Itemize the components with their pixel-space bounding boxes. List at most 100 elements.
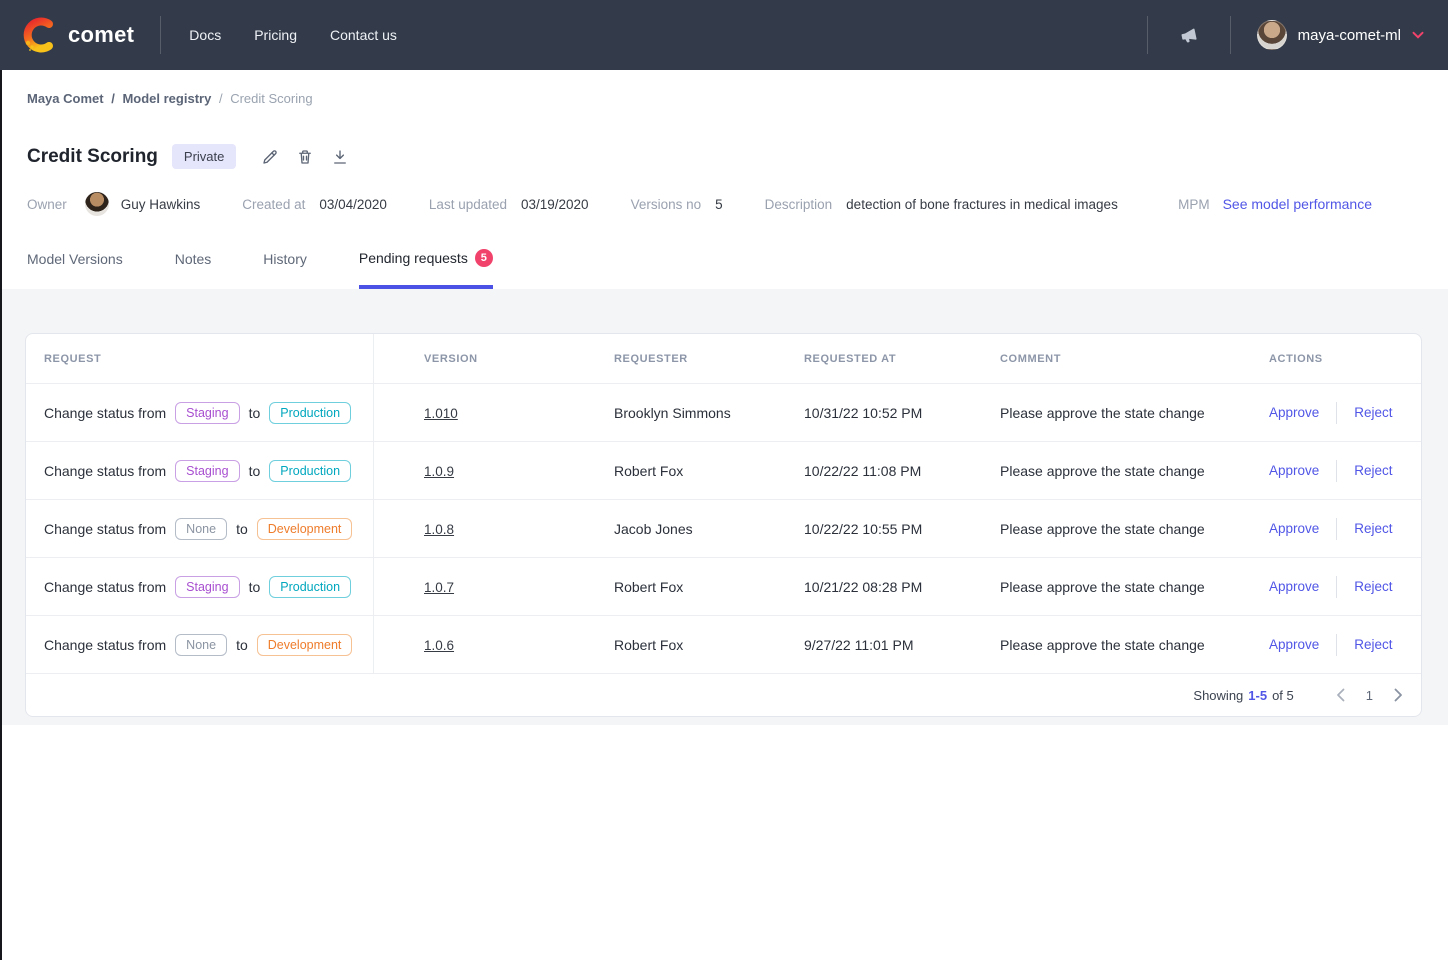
table-header-row: REQUEST VERSION REQUESTER REQUESTED AT C… [26, 334, 1421, 383]
nav-link-pricing[interactable]: Pricing [254, 27, 297, 43]
see-model-performance-link[interactable]: See model performance [1223, 196, 1372, 212]
request-middle: to [249, 405, 261, 421]
owner-label: Owner [27, 197, 67, 212]
breadcrumb-separator: / [219, 91, 223, 106]
visibility-badge: Private [172, 144, 236, 169]
next-page-button[interactable] [1394, 688, 1403, 702]
title-row: Credit Scoring Private [27, 144, 1448, 169]
comet-logo-icon [20, 16, 58, 54]
user-name: maya-comet-ml [1298, 27, 1401, 44]
tab-notes[interactable]: Notes [175, 251, 212, 289]
tabs: Model Versions Notes History Pending req… [27, 249, 1448, 289]
tab-label: Notes [175, 251, 212, 267]
approve-button[interactable]: Approve [1269, 463, 1319, 478]
user-menu[interactable]: maya-comet-ml [1257, 20, 1424, 50]
request-cell: Change status from None to Development [26, 500, 374, 557]
table-row: Change status from None to Development 1… [26, 615, 1421, 673]
tab-label: Pending requests [359, 250, 468, 266]
reject-button[interactable]: Reject [1354, 521, 1392, 536]
created-at-label: Created at [242, 197, 305, 212]
nav-link-docs[interactable]: Docs [189, 27, 221, 43]
breadcrumb: Maya Comet / Model registry / Credit Sco… [27, 70, 1448, 106]
request-middle: to [249, 463, 261, 479]
comment-cell: Please approve the state change [1000, 579, 1269, 595]
previous-page-button[interactable] [1336, 688, 1345, 702]
request-prefix: Change status from [44, 405, 166, 421]
actions-divider [1336, 634, 1337, 656]
tab-model-versions[interactable]: Model Versions [27, 251, 123, 289]
status-badge-from: Staging [175, 576, 239, 598]
version-link[interactable]: 1.0.7 [424, 580, 454, 595]
mpm-group: MPM See model performance [1178, 196, 1372, 212]
brand-name: comet [68, 22, 134, 48]
request-cell: Change status from Staging to Production [26, 442, 374, 499]
actions-divider [1336, 518, 1337, 540]
reject-button[interactable]: Reject [1354, 405, 1392, 420]
announcements-button[interactable] [1178, 24, 1200, 46]
last-updated-label: Last updated [429, 197, 507, 212]
table-row: Change status from None to Development 1… [26, 499, 1421, 557]
reject-button[interactable]: Reject [1354, 463, 1392, 478]
table-row: Change status from Staging to Production… [26, 383, 1421, 441]
download-icon [331, 148, 349, 166]
comment-cell: Please approve the state change [1000, 405, 1269, 421]
delete-button[interactable] [295, 147, 315, 167]
last-updated-value: 03/19/2020 [521, 197, 589, 212]
status-badge-from: None [175, 518, 227, 540]
approve-button[interactable]: Approve [1269, 521, 1319, 536]
pagination: 1 [1336, 688, 1403, 703]
breadcrumb-current: Credit Scoring [230, 91, 312, 106]
owner-name: Guy Hawkins [121, 197, 201, 212]
chevron-left-icon [1336, 688, 1345, 702]
status-badge-to: Production [269, 576, 351, 598]
status-badge-from: None [175, 634, 227, 656]
table-row: Change status from Staging to Production… [26, 441, 1421, 499]
approve-button[interactable]: Approve [1269, 579, 1319, 594]
requester-cell: Robert Fox [614, 637, 804, 653]
breadcrumb-model-registry[interactable]: Model registry [122, 91, 211, 106]
request-cell: Change status from None to Development [26, 616, 374, 673]
actions-divider [1336, 460, 1337, 482]
download-button[interactable] [330, 147, 350, 167]
request-cell: Change status from Staging to Production [26, 558, 374, 615]
requested-at-cell: 10/21/22 08:28 PM [804, 579, 1000, 595]
request-cell: Change status from Staging to Production [26, 384, 374, 441]
request-prefix: Change status from [44, 521, 166, 537]
tab-label: Model Versions [27, 251, 123, 267]
version-link[interactable]: 1.0.8 [424, 522, 454, 537]
actions-divider [1336, 402, 1337, 424]
requested-at-cell: 10/31/22 10:52 PM [804, 405, 1000, 421]
navbar-divider [1147, 16, 1148, 54]
description-value: detection of bone fractures in medical i… [846, 197, 1118, 212]
comment-cell: Please approve the state change [1000, 637, 1269, 653]
mpm-label: MPM [1178, 197, 1210, 212]
page-header: Maya Comet / Model registry / Credit Sco… [0, 70, 1448, 289]
page-number[interactable]: 1 [1366, 688, 1373, 703]
request-prefix: Change status from [44, 579, 166, 595]
owner-group: Owner Guy Hawkins [27, 192, 200, 216]
tab-pending-requests[interactable]: Pending requests 5 [359, 249, 493, 289]
requester-cell: Jacob Jones [614, 521, 804, 537]
version-link[interactable]: 1.0.9 [424, 464, 454, 479]
comment-cell: Please approve the state change [1000, 521, 1269, 537]
version-link[interactable]: 1.010 [424, 406, 458, 421]
tab-label: History [263, 251, 307, 267]
approve-button[interactable]: Approve [1269, 405, 1319, 420]
column-header-version: VERSION [374, 353, 614, 365]
breadcrumb-workspace[interactable]: Maya Comet [27, 91, 104, 106]
reject-button[interactable]: Reject [1354, 637, 1392, 652]
edit-button[interactable] [260, 147, 280, 167]
owner-avatar [85, 192, 109, 216]
comet-logo[interactable]: comet [20, 16, 134, 54]
reject-button[interactable]: Reject [1354, 579, 1392, 594]
nav-link-contact-us[interactable]: Contact us [330, 27, 397, 43]
approve-button[interactable]: Approve [1269, 637, 1319, 652]
status-badge-to: Development [257, 518, 353, 540]
navbar-divider [1230, 16, 1231, 54]
megaphone-icon [1178, 24, 1200, 46]
tab-history[interactable]: History [263, 251, 307, 289]
version-link[interactable]: 1.0.6 [424, 638, 454, 653]
navbar-divider [160, 16, 161, 54]
user-avatar [1257, 20, 1287, 50]
request-middle: to [249, 579, 261, 595]
